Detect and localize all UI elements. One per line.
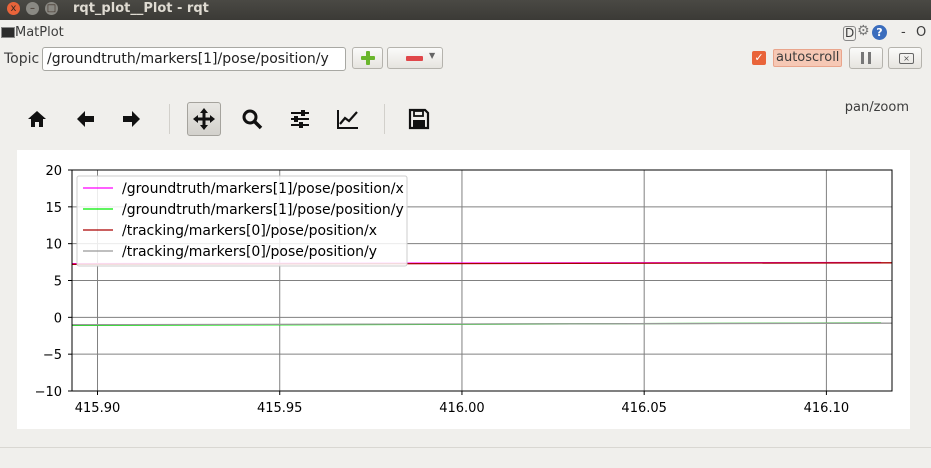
plot-toolbar: pan/zoom (0, 100, 931, 142)
pan-icon (193, 108, 215, 130)
subplots-button[interactable] (283, 102, 317, 136)
y-tick-label: 15 (45, 201, 62, 216)
gear-icon[interactable]: ⚙ (857, 23, 870, 39)
save-icon (408, 108, 430, 130)
minus-icon (406, 56, 423, 61)
forward-button[interactable] (115, 102, 149, 136)
series-line (71, 322, 893, 326)
add-topic-button[interactable] (352, 47, 383, 69)
legend: /groundtruth/markers[1]/pose/position/x /… (76, 175, 408, 267)
minimize-plugin-button[interactable]: - (901, 25, 906, 40)
toolbar-mode-text: pan/zoom (844, 100, 909, 115)
x-tick-label: 416.00 (439, 401, 485, 416)
series-lines (71, 261, 893, 327)
remove-topic-button[interactable]: ▼ (387, 47, 443, 69)
window-close-button[interactable]: x (7, 2, 20, 15)
y-tick-label: 10 (45, 238, 62, 253)
autoscroll-label[interactable]: autoscroll (773, 49, 843, 67)
window-minimize-button[interactable]: – (26, 2, 39, 15)
x-tick-label: 416.05 (621, 401, 667, 416)
plugin-title: MatPlot (15, 25, 64, 40)
chevron-down-icon: ▼ (429, 51, 436, 60)
topic-row: Topic /groundtruth/markers[1]/pose/posit… (0, 47, 931, 73)
zoom-button[interactable] (235, 102, 269, 136)
axes-button[interactable] (331, 102, 365, 136)
y-tick-label: −5 (43, 348, 62, 363)
plugin-header: MatPlot D ⚙ ? - O (0, 23, 931, 44)
autoscroll-checkbox[interactable]: ✓ (752, 51, 766, 65)
clear-button[interactable]: × (888, 47, 922, 69)
topic-label: Topic (4, 51, 40, 67)
plot-canvas[interactable]: 415.90 415.95 416.00 416.05 416.10 20 15 10 5 0 −5… (17, 150, 910, 429)
zoom-icon (242, 109, 263, 130)
y-tick-label: 5 (54, 275, 62, 290)
subplots-icon (291, 110, 309, 128)
status-bar (0, 447, 931, 448)
pan-button[interactable] (187, 102, 221, 136)
help-icon[interactable]: ? (872, 25, 887, 40)
home-icon (28, 111, 46, 127)
legend-label: /tracking/markers[0]/pose/position/y (122, 244, 377, 260)
dock-d-icon[interactable]: D (843, 26, 857, 41)
pause-icon (861, 52, 871, 64)
legend-label: /groundtruth/markers[1]/pose/position/x (122, 181, 404, 197)
pause-button[interactable] (849, 47, 883, 69)
y-tick-label: −10 (35, 385, 62, 400)
legend-label: /tracking/markers[0]/pose/position/x (122, 223, 377, 239)
topic-input[interactable]: /groundtruth/markers[1]/pose/position/y (42, 47, 346, 71)
line-chart[interactable]: 415.90 415.95 416.00 416.05 416.10 20 15 10 5 0 −5… (17, 150, 910, 429)
axes-icon (337, 110, 358, 129)
y-tick-label: 20 (45, 164, 62, 179)
back-button[interactable] (68, 102, 102, 136)
save-button[interactable] (402, 102, 436, 136)
window-maximize-button[interactable]: □ (45, 2, 58, 15)
back-arrow-icon (77, 111, 94, 127)
toolbar-separator (169, 104, 170, 134)
window-title-bar: x – □ rqt_plot__Plot - rqt (0, 0, 931, 20)
x-tick-label: 415.95 (257, 401, 303, 416)
plus-icon (361, 51, 375, 65)
clear-icon: × (899, 53, 914, 64)
x-tick-label: 416.10 (804, 401, 850, 416)
close-plugin-button[interactable]: O (916, 25, 926, 40)
toolbar-separator (384, 104, 385, 134)
matplot-plugin-icon (1, 27, 15, 38)
home-button[interactable] (20, 102, 54, 136)
x-tick-label: 415.90 (75, 401, 121, 416)
forward-arrow-icon (123, 111, 140, 127)
legend-label: /groundtruth/markers[1]/pose/position/y (122, 202, 404, 218)
window-title: rqt_plot__Plot - rqt (73, 1, 209, 16)
y-tick-label: 0 (54, 311, 62, 326)
